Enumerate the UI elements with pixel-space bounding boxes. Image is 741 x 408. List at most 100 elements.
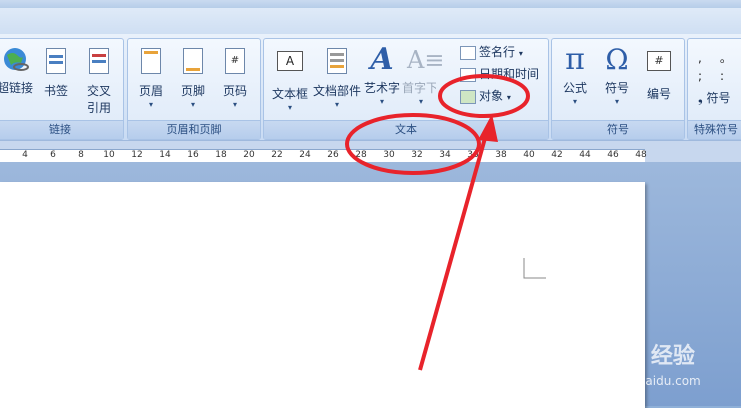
punctuation-grid-icon: ,。;: (698, 51, 741, 83)
ruler-tick-label: 20 (243, 150, 255, 160)
special-symbol-button[interactable]: ❟ 符号 (698, 89, 731, 107)
footer-button[interactable]: 页脚 ▾ (174, 45, 212, 119)
omega-icon: Ω (605, 43, 629, 76)
ruler-tick-label: 10 (103, 150, 115, 160)
ruler-tick-label: 44 (579, 150, 591, 160)
object-icon (460, 89, 476, 104)
group-symbols-label: 符号 (552, 120, 684, 139)
numbering-label: 编号 (646, 87, 671, 101)
hyperlink-label: 超链接 (0, 81, 34, 95)
bookmark-button[interactable]: 书签 (39, 45, 73, 119)
equation-label: 公式 (562, 81, 587, 95)
ruler-tick-label: 24 (299, 150, 311, 160)
dropcap-label: 首字下沉 (402, 81, 436, 95)
group-special-symbols-label: 特殊符号 (688, 120, 741, 139)
page-number-caret-icon: ▾ (232, 100, 237, 109)
ruler-tick-label: 34 (439, 150, 451, 160)
ruler-tick-label: 38 (495, 150, 507, 160)
signature-line-caret-icon: ▾ (518, 49, 523, 58)
ruler-tick-label: 12 (131, 150, 143, 160)
equation-caret-icon: ▾ (572, 97, 577, 106)
special-symbol-label: 符号 (706, 91, 731, 105)
ruler-tick-label: 26 (327, 150, 339, 160)
group-text-label: 文本 (264, 120, 548, 139)
textbox-caret-icon: ▾ (287, 103, 292, 112)
numbering-button[interactable]: # 编号 (638, 45, 680, 119)
textbox-button[interactable]: A 文本框 ▾ (268, 45, 312, 119)
signature-line-label: 签名行 (479, 45, 516, 59)
ribbon-tab-bar (0, 8, 741, 35)
ruler-tick-label: 16 (187, 150, 199, 160)
margin-corner-mark (523, 258, 546, 279)
date-time-button[interactable]: 日期和时间 (460, 65, 539, 83)
group-symbols: π 公式 ▾ Ω 符号 ▾ # 编号 符号 (551, 38, 685, 140)
dropcap-button[interactable]: A≡ 首字下沉 ▾ (402, 45, 445, 119)
title-bar (0, 0, 741, 8)
wordart-button[interactable]: A 艺术字 ▾ (362, 45, 402, 119)
header-label: 页眉 (138, 84, 163, 98)
numbering-icon: # (645, 51, 673, 81)
pi-icon: π (565, 42, 585, 77)
wordart-label: 艺术字 (363, 81, 400, 95)
quick-parts-caret-icon: ▾ (334, 100, 339, 109)
group-special-symbols: ,。;: ❟ 符号 特殊符号 (687, 38, 741, 140)
symbol-label: 符号 (604, 81, 629, 95)
dropcap-icon: A≡ (407, 46, 445, 74)
cross-reference-icon (85, 48, 113, 78)
signature-line-button[interactable]: 签名行 ▾ (460, 43, 523, 61)
globe-icon (1, 45, 29, 75)
horizontal-ruler[interactable]: 4 6 8 10 12 14 16 18 20 22 24 26 28 30 32 34 36 38 40 42 44 4… (0, 140, 741, 164)
header-icon (137, 48, 165, 78)
object-button[interactable]: 对象 ▾ (460, 87, 511, 105)
object-caret-icon: ▾ (506, 93, 511, 102)
page-number-button[interactable]: # 页码 ▾ (216, 45, 254, 119)
dropcap-caret-icon: ▾ (418, 97, 423, 106)
group-header-footer-label: 页眉和页脚 (128, 120, 260, 139)
group-header-footer: 页眉 ▾ 页脚 ▾ # 页码 ▾ 页眉和页脚 (127, 38, 261, 140)
cross-reference-button[interactable]: 交叉 引用 (79, 45, 119, 119)
calendar-icon (460, 67, 476, 82)
ruler-tick-label: 4 (22, 150, 28, 160)
hyperlink-button[interactable]: 超链接 (0, 45, 33, 119)
group-links-label: 链接 (0, 120, 123, 139)
ruler-tick-label: 40 (523, 150, 535, 160)
footer-label: 页脚 (180, 84, 205, 98)
cross-reference-label-1: 交叉 (86, 84, 111, 98)
date-time-label: 日期和时间 (479, 67, 540, 81)
ruler-tick-label: 42 (551, 150, 563, 160)
equation-button[interactable]: π 公式 ▾ (554, 45, 596, 119)
footer-icon (179, 48, 207, 78)
ruler-tick-label: 30 (383, 150, 395, 160)
quick-parts-label: 文档部件 (312, 84, 361, 98)
ruler-tick-label: 22 (271, 150, 283, 160)
watermark-url: jingyan.baidu.com (590, 374, 701, 388)
group-text: A 文本框 ▾ 文档部件 ▾ A 艺术字 ▾ A≡ 首字下沉 ▾ 签名行 ▾ 日… (263, 38, 549, 140)
ruler-tick-label: 14 (159, 150, 171, 160)
quick-parts-icon (323, 48, 351, 78)
ruler-tick-label: 46 (607, 150, 619, 160)
textbox-icon: A (276, 51, 304, 81)
ruler-tick-label: 36 (467, 150, 479, 160)
wordart-caret-icon: ▾ (379, 97, 384, 106)
ribbon: 超链接 书签 交叉 引用 链接 页眉 ▾ 页脚 ▾ # 页码 ▾ 页眉和页脚 A… (0, 34, 741, 140)
bookmark-label: 书签 (43, 84, 68, 98)
footer-caret-icon: ▾ (190, 100, 195, 109)
page-number-icon: # (221, 48, 249, 78)
quick-parts-button[interactable]: 文档部件 ▾ (312, 45, 362, 119)
header-button[interactable]: 页眉 ▾ (132, 45, 170, 119)
symbol-caret-icon: ▾ (614, 97, 619, 106)
signature-icon (460, 45, 476, 60)
ruler-tick-label: 32 (411, 150, 423, 160)
ruler-tick-label: 8 (78, 150, 84, 160)
ruler-tick-label: 18 (215, 150, 227, 160)
group-links: 超链接 书签 交叉 引用 链接 (0, 38, 124, 140)
ruler-tick-label: 28 (355, 150, 367, 160)
textbox-label: 文本框 (271, 87, 308, 101)
cross-reference-label-2: 引用 (86, 101, 111, 115)
wordart-icon: A (370, 42, 394, 77)
document-page[interactable] (0, 182, 645, 408)
symbol-button[interactable]: Ω 符号 ▾ (596, 45, 638, 119)
object-label: 对象 (479, 89, 504, 103)
watermark-logo: Bai du 经验 (565, 344, 695, 369)
ruler-tick-label: 48 (635, 150, 647, 160)
